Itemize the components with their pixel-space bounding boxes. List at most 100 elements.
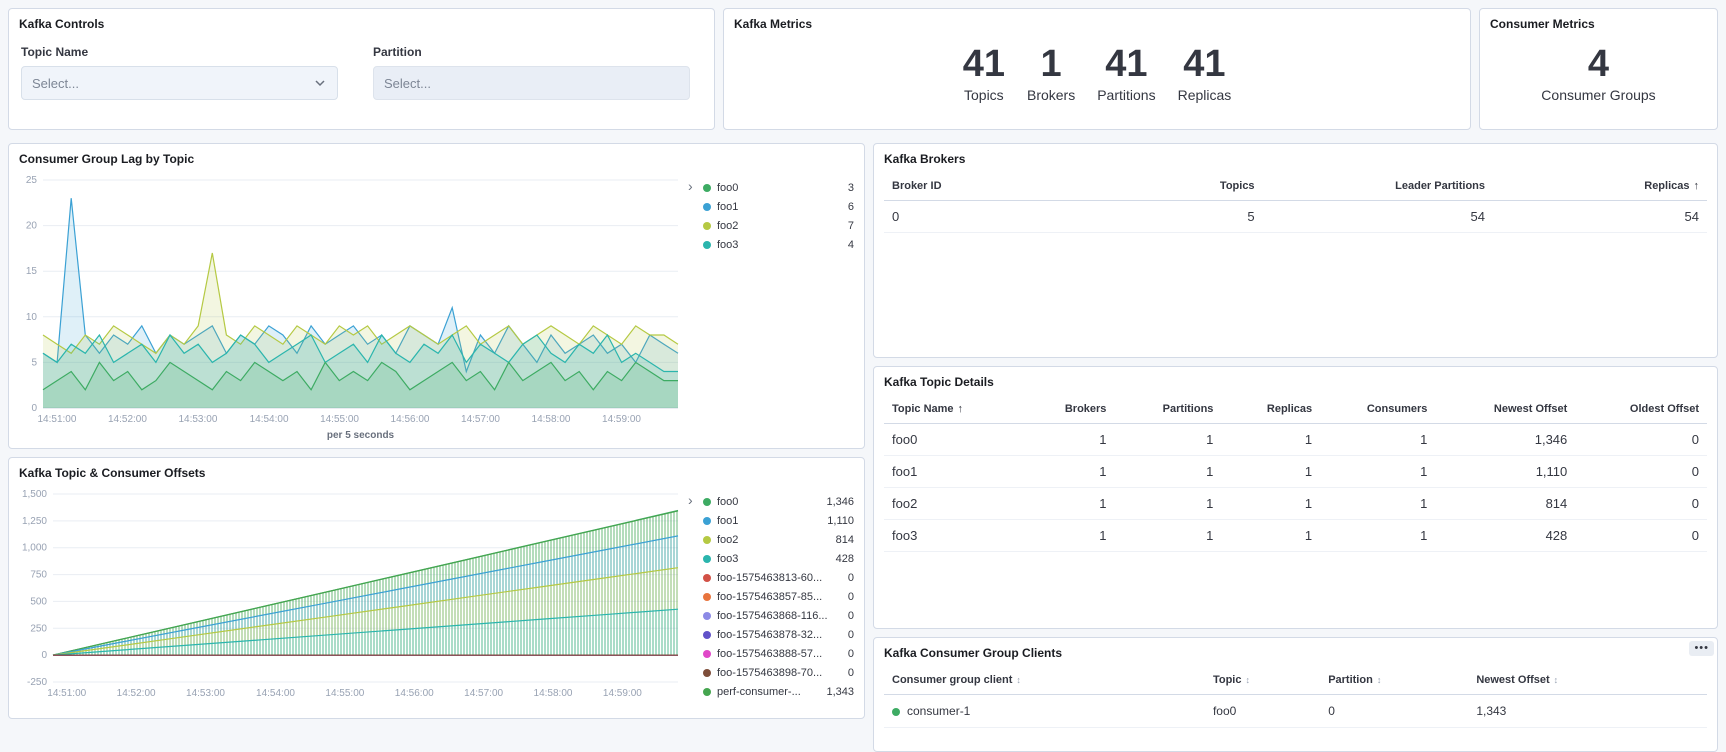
svg-text:25: 25 — [26, 175, 38, 186]
svg-text:0: 0 — [31, 403, 37, 414]
col-header-replicas[interactable]: Replicas↑ — [1493, 172, 1707, 201]
svg-text:14:51:00: 14:51:00 — [38, 414, 77, 425]
series-color-dot — [703, 184, 711, 192]
cell-replicas: 54 — [1493, 201, 1707, 233]
svg-text:14:58:00: 14:58:00 — [534, 688, 573, 699]
metric-value: 4 — [1541, 45, 1655, 85]
legend-item[interactable]: foo-1575463878-32... 0 — [703, 625, 854, 644]
table-row: foo1 1 1 1 1 1,110 0 — [884, 456, 1707, 488]
series-color-dot — [703, 688, 711, 696]
legend-item[interactable]: foo0 1,346 — [703, 492, 854, 511]
svg-text:14:54:00: 14:54:00 — [250, 414, 289, 425]
col-header-brokers[interactable]: Brokers — [1016, 395, 1115, 424]
sort-icon: ↕ — [1377, 675, 1382, 685]
legend-item[interactable]: foo3 428 — [703, 549, 854, 568]
table-row: foo0 1 1 1 1 1,346 0 — [884, 424, 1707, 456]
series-color-dot — [703, 631, 711, 639]
series-color-dot — [703, 650, 711, 658]
sort-asc-icon: ↑ — [958, 403, 964, 415]
svg-text:14:56:00: 14:56:00 — [395, 688, 434, 699]
panel-options-button[interactable]: ••• — [1689, 641, 1714, 656]
consumer-group-clients-panel: ••• Kafka Consumer Group Clients Consume… — [873, 637, 1718, 752]
offsets-chart[interactable]: -25002505007501,0001,2501,50014:51:0014:… — [13, 484, 686, 712]
col-header-newest-offset[interactable]: Newest Offset↕ — [1468, 666, 1707, 695]
controls-row: Topic Name Select... Partition Select... — [9, 35, 714, 100]
svg-text:1,000: 1,000 — [22, 543, 47, 554]
col-header-topic[interactable]: Topic↕ — [1205, 666, 1320, 695]
legend-item[interactable]: foo1 1,110 — [703, 511, 854, 530]
partition-label: Partition — [373, 45, 690, 59]
topic-consumer-offsets-panel: Kafka Topic & Consumer Offsets -25002505… — [8, 457, 865, 719]
legend-item[interactable]: perf-consumer-... 1,343 — [703, 682, 854, 701]
legend-item[interactable]: foo-1575463813-60... 0 — [703, 568, 854, 587]
col-header-partition[interactable]: Partition↕ — [1320, 666, 1468, 695]
col-header-consumers[interactable]: Consumers — [1320, 395, 1435, 424]
legend-item[interactable]: foo0 3 — [703, 178, 854, 197]
svg-text:20: 20 — [26, 221, 38, 232]
svg-text:14:59:00: 14:59:00 — [602, 414, 641, 425]
legend-item[interactable]: foo2 7 — [703, 216, 854, 235]
metric-value: 41 — [963, 45, 1005, 85]
panel-title: Kafka Controls — [9, 9, 714, 35]
metric-label: Topics — [963, 87, 1005, 103]
status-dot — [892, 708, 900, 716]
col-header-topic-name[interactable]: Topic Name↑ — [884, 395, 1016, 424]
svg-text:14:57:00: 14:57:00 — [461, 414, 500, 425]
consumer-group-lag-panel: Consumer Group Lag by Topic 051015202514… — [8, 143, 865, 449]
svg-text:14:57:00: 14:57:00 — [464, 688, 503, 699]
svg-text:per 5 seconds: per 5 seconds — [327, 430, 395, 441]
svg-text:14:58:00: 14:58:00 — [532, 414, 571, 425]
metric-label: Partitions — [1097, 87, 1155, 103]
col-header-replicas[interactable]: Replicas — [1221, 395, 1320, 424]
series-color-dot — [703, 593, 711, 601]
col-header-newest-offset[interactable]: Newest Offset — [1435, 395, 1575, 424]
metric-value: 41 — [1178, 45, 1232, 85]
svg-text:14:55:00: 14:55:00 — [320, 414, 359, 425]
partition-field: Partition Select... — [373, 45, 690, 100]
col-header-consumer-group-client[interactable]: Consumer group client↕ — [884, 666, 1205, 695]
legend-item[interactable]: foo2 814 — [703, 530, 854, 549]
series-color-dot — [703, 241, 711, 249]
kafka-controls-panel: Kafka Controls Topic Name Select... Part… — [8, 8, 715, 130]
legend-item[interactable]: foo-1575463898-70... 0 — [703, 663, 854, 682]
svg-text:0: 0 — [41, 650, 47, 661]
col-header-partitions[interactable]: Partitions — [1114, 395, 1221, 424]
col-header-topics[interactable]: Topics — [1114, 172, 1262, 201]
col-header-leader-partitions[interactable]: Leader Partitions — [1263, 172, 1493, 201]
lag-chart[interactable]: 051015202514:51:0014:52:0014:53:0014:54:… — [13, 170, 686, 442]
metric-label: Brokers — [1027, 87, 1075, 103]
col-header-oldest-offset[interactable]: Oldest Offset — [1575, 395, 1707, 424]
svg-text:750: 750 — [30, 570, 47, 581]
panel-title: Kafka Metrics — [724, 9, 1470, 35]
cell-partition: 0 — [1320, 695, 1468, 728]
partition-select[interactable]: Select... — [373, 66, 690, 100]
series-color-dot — [703, 555, 711, 563]
svg-text:5: 5 — [31, 357, 37, 368]
svg-text:14:52:00: 14:52:00 — [108, 414, 147, 425]
series-color-dot — [703, 203, 711, 211]
sort-icon: ↕ — [1016, 675, 1021, 685]
legend-item[interactable]: foo1 6 — [703, 197, 854, 216]
legend-expand-icon[interactable]: › — [688, 178, 703, 442]
svg-text:-250: -250 — [27, 677, 47, 688]
legend-item[interactable]: foo-1575463888-57... 0 — [703, 644, 854, 663]
series-color-dot — [703, 536, 711, 544]
chevron-down-icon — [313, 76, 327, 90]
series-color-dot — [703, 574, 711, 582]
legend-item[interactable]: foo-1575463868-116... 0 — [703, 606, 854, 625]
metric-label: Replicas — [1178, 87, 1232, 103]
series-color-dot — [703, 517, 711, 525]
sort-icon: ↕ — [1245, 675, 1250, 685]
metric-label: Consumer Groups — [1541, 87, 1655, 103]
series-color-dot — [703, 669, 711, 677]
metric-value: 41 — [1097, 45, 1155, 85]
legend-item[interactable]: foo3 4 — [703, 235, 854, 254]
topic-name-select[interactable]: Select... — [21, 66, 338, 100]
legend-item[interactable]: foo-1575463857-85... 0 — [703, 587, 854, 606]
col-header-broker-id[interactable]: Broker ID — [884, 172, 1114, 201]
table-row: foo3 1 1 1 1 428 0 — [884, 520, 1707, 552]
legend-expand-icon[interactable]: › — [688, 492, 703, 712]
partition-placeholder: Select... — [384, 76, 431, 91]
topic-name-field: Topic Name Select... — [21, 45, 338, 100]
cell-topic: foo0 — [1205, 695, 1320, 728]
